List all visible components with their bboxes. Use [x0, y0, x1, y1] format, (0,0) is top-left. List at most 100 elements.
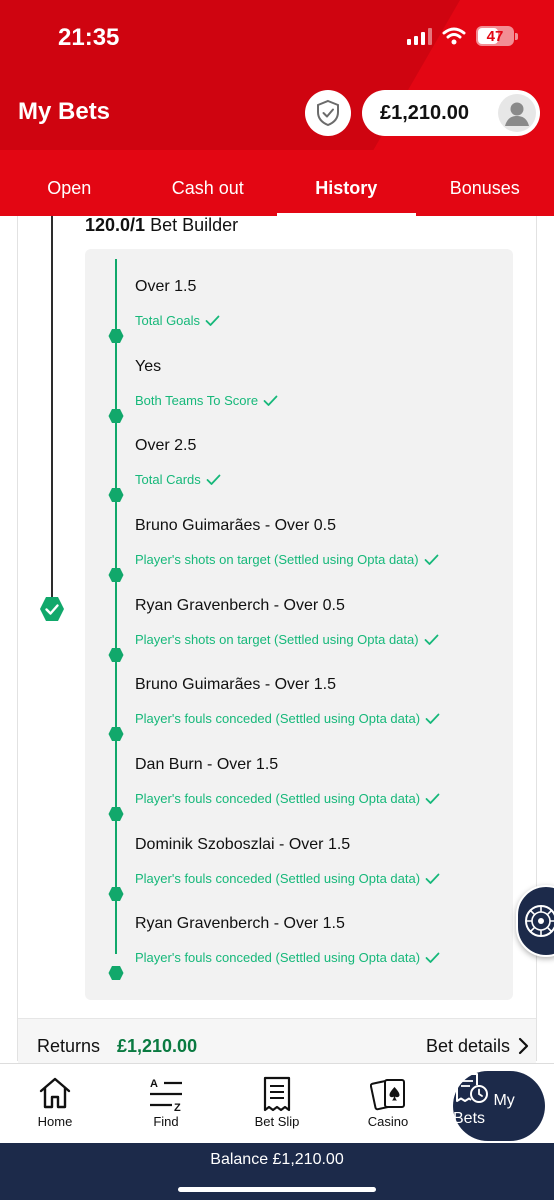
leg-market: Player's shots on target (Settled using … [135, 632, 419, 647]
balance-bar: Balance £1,210.00 [0, 1143, 554, 1200]
leg-selection: Ryan Gravenberch - Over 1.5 [135, 915, 345, 932]
check-icon [424, 554, 438, 565]
returns-label: Returns [37, 1036, 101, 1056]
leg-market: Total Goals [135, 313, 201, 328]
user-icon [505, 102, 529, 126]
avatar [498, 94, 536, 132]
safer-gambling-button[interactable] [305, 90, 351, 136]
check-icon [425, 793, 440, 804]
leg-won-icon [108, 409, 124, 423]
status-time: 21:35 [58, 24, 120, 51]
leg-selection: Ryan Gravenberch - Over 0.5 [135, 597, 345, 614]
leg-won-icon [108, 727, 124, 741]
leg-market-row: Total Cards [135, 472, 221, 487]
home-indicator [178, 1187, 376, 1192]
leg-won-icon [108, 488, 124, 502]
nav-find[interactable]: A Z Find [120, 1064, 212, 1144]
leg-market: Total Cards [135, 472, 201, 487]
nav-home[interactable]: Home [9, 1064, 101, 1144]
page-title: My Bets [18, 98, 111, 125]
svg-text:A: A [150, 1078, 158, 1090]
nav-casino-label: Casino [367, 1114, 409, 1129]
bet-legs-panel: Over 1.5 Total Goals Yes Both Teams To S… [85, 249, 513, 1000]
bottom-navigation: Home A Z Find Bet Slip Casino My Bets [0, 1063, 554, 1143]
leg-selection: Bruno Guimarães - Over 0.5 [135, 517, 336, 534]
leg-selection: Yes [135, 358, 162, 375]
bet-leg: Dan Burn - Over 1.5 Player's fouls conce… [85, 756, 513, 826]
svg-text:Z: Z [174, 1102, 181, 1112]
bet-won-check-icon [40, 597, 64, 621]
nav-find-label: Find [153, 1114, 179, 1129]
bet-leg: Over 2.5 Total Cards [85, 437, 513, 507]
header-balance: £1,210.00 [380, 101, 469, 124]
leg-market-row: Player's fouls conceded (Settled using O… [135, 711, 440, 726]
tab-history[interactable]: History [277, 160, 416, 216]
leg-won-icon [108, 966, 124, 980]
check-icon [206, 474, 221, 485]
leg-market-row: Player's shots on target (Settled using … [135, 552, 439, 567]
leg-market-row: Player's fouls conceded (Settled using O… [135, 871, 440, 886]
roulette-icon [525, 905, 554, 937]
leg-market: Both Teams To Score [135, 393, 259, 408]
check-icon [425, 873, 440, 884]
returns-bar: Returns £1,210.00 Bet details [18, 1018, 536, 1063]
app-header: 21:35 47 My Bets £1,210.00 Open Cash out… [0, 0, 554, 216]
nav-my-bets[interactable]: My Bets [453, 1071, 545, 1141]
chevron-right-icon[interactable] [516, 1037, 530, 1055]
battery-icon: 47 [476, 26, 514, 46]
leg-selection: Dominik Szoboszlai - Over 1.5 [135, 836, 351, 853]
leg-market-row: Player's shots on target (Settled using … [135, 632, 439, 647]
leg-won-icon [108, 568, 124, 582]
status-icons: 47 [407, 26, 518, 46]
leg-market-row: Player's fouls conceded (Settled using O… [135, 791, 440, 806]
leg-market: Player's fouls conceded (Settled using O… [135, 950, 421, 965]
find-icon: A Z [150, 1078, 182, 1112]
bet-leg: Bruno Guimarães - Over 1.5 Player's foul… [85, 676, 513, 746]
nav-bet-slip[interactable]: Bet Slip [231, 1064, 323, 1144]
bet-title: 120.0/1 Bet Builder [85, 215, 238, 236]
casino-icon [370, 1079, 405, 1111]
leg-market: Player's fouls conceded (Settled using O… [135, 711, 421, 726]
leg-won-icon [108, 807, 124, 821]
check-icon [263, 395, 278, 406]
leg-won-icon [108, 329, 124, 343]
my-bets-icon [456, 1073, 488, 1103]
leg-market: Player's fouls conceded (Settled using O… [135, 871, 421, 886]
wifi-icon [442, 27, 466, 45]
footer-balance: Balance £1,210.00 [210, 1151, 344, 1168]
leg-won-icon [108, 887, 124, 901]
home-icon [39, 1077, 71, 1109]
leg-market-row: Both Teams To Score [135, 393, 278, 408]
check-icon [425, 713, 440, 724]
balance-account-button[interactable]: £1,210.00 [362, 90, 540, 136]
bet-timeline-line [51, 216, 53, 608]
tab-bonuses[interactable]: Bonuses [416, 160, 554, 216]
bet-slip-icon [263, 1076, 291, 1112]
leg-selection: Dan Burn - Over 1.5 [135, 756, 279, 773]
leg-market-row: Total Goals [135, 313, 220, 328]
nav-casino[interactable]: Casino [342, 1064, 434, 1144]
tab-cash-out[interactable]: Cash out [139, 160, 278, 216]
check-icon [424, 634, 438, 645]
leg-selection: Over 2.5 [135, 437, 197, 454]
bet-leg: Bruno Guimarães - Over 0.5 Player's shot… [85, 517, 513, 587]
leg-market: Player's fouls conceded (Settled using O… [135, 791, 421, 806]
leg-selection: Bruno Guimarães - Over 1.5 [135, 676, 336, 693]
bets-tabs: Open Cash out History Bonuses [0, 160, 554, 216]
nav-home-label: Home [37, 1114, 73, 1129]
bet-leg: Dominik Szoboszlai - Over 1.5 Player's f… [85, 836, 513, 906]
bet-leg: Ryan Gravenberch - Over 0.5 Player's sho… [85, 597, 513, 667]
nav-bet-slip-label: Bet Slip [254, 1114, 300, 1129]
tab-open[interactable]: Open [0, 160, 139, 216]
bet-details-link[interactable]: Bet details [426, 1036, 510, 1057]
returns-value: £1,210.00 [117, 1036, 198, 1056]
leg-won-icon [108, 648, 124, 662]
leg-selection: Over 1.5 [135, 278, 197, 295]
signal-icon [407, 27, 432, 45]
bet-odds: 120.0/1 [85, 215, 146, 235]
shield-icon [317, 99, 339, 127]
leg-market-row: Player's fouls conceded (Settled using O… [135, 950, 440, 965]
leg-market: Player's shots on target (Settled using … [135, 552, 419, 567]
bet-leg: Yes Both Teams To Score [85, 358, 513, 428]
bet-leg: Ryan Gravenberch - Over 1.5 Player's fou… [85, 915, 513, 985]
